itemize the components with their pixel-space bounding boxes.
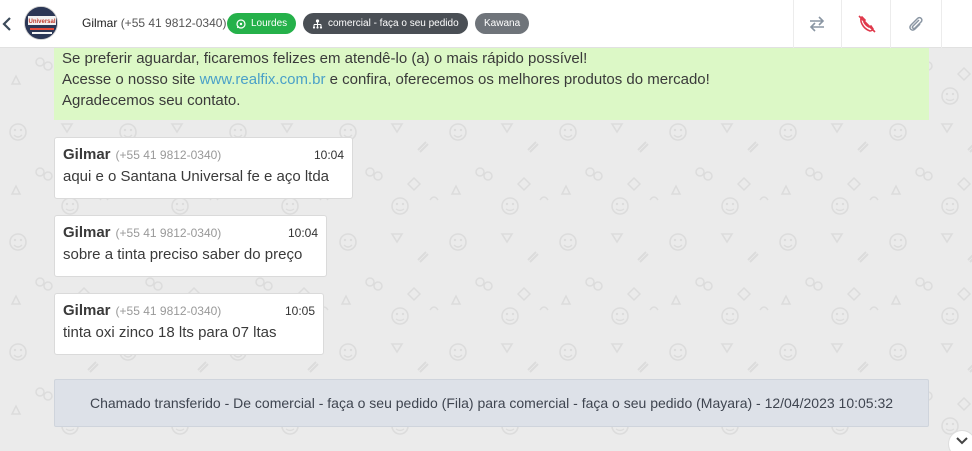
back-button[interactable] [0,14,14,34]
system-message-text: Chamado transferido - De comercial - faç… [89,395,894,411]
avatar-logo-image: Universal [25,7,57,39]
greeting-line-2-prefix: Acesse o nosso site [62,71,200,88]
header-divider [841,0,842,48]
message-list[interactable]: Se preferir aguardar, ficaremos felizes … [0,48,972,451]
hierarchy-icon [312,18,323,29]
greeting-line-3: Agradecemos seu contato. [62,92,241,109]
channel-pill[interactable]: Lourdes [227,13,297,34]
scroll-down-button[interactable] [948,430,972,451]
chat-header: Universal Gilmar (+55 41 9812-0340) Lour… [0,0,972,48]
whatsapp-icon [236,18,246,29]
queue-pill[interactable]: comercial - faça o seu pedido [303,13,468,34]
agent-pill-label: Kawana [484,18,521,29]
chevron-left-icon [2,17,11,31]
site-link[interactable]: www.realfix.com.br [200,71,326,88]
greeting-line-2-suffix: e confira, oferecemos os melhores produt… [325,71,710,88]
end-call-button[interactable] [856,13,878,35]
chevron-down-icon [956,437,968,445]
header-divider [793,0,794,48]
message-text: aqui e o Santana Universal fe e aço ltda [63,168,330,185]
message-phone: (+55 41 9812-0340) [115,304,222,318]
greeting-line-1: Se preferir aguardar, ficaremos felizes … [62,50,588,67]
message-time: 10:04 [287,226,318,240]
message-time: 10:04 [313,148,344,162]
contact-name-text: Gilmar [82,16,118,30]
message-bubble[interactable]: Gilmar (+55 41 9812-0340) 10:04 sobre a … [54,215,327,277]
message-phone: (+55 41 9812-0340) [115,148,222,162]
avatar[interactable]: Universal [24,6,58,40]
transfer-icon [809,16,825,32]
message-sender: Gilmar [63,224,111,241]
greeting-line-2: Acesse o nosso site www.realfix.com.br e… [62,69,921,90]
queue-pill-label: comercial - faça o seu pedido [328,18,459,29]
system-message: Chamado transferido - De comercial - faç… [54,379,929,427]
contact-phone: (+55 41 9812-0340) [120,16,227,30]
message-bubble[interactable]: Gilmar (+55 41 9812-0340) 10:04 aqui e o… [54,137,353,199]
avatar-logo-text: Universal [28,19,55,25]
contact-name: Gilmar (+55 41 9812-0340) [82,16,226,30]
message-sender: Gilmar [63,146,111,163]
transfer-button[interactable] [806,13,828,35]
header-divider [941,0,942,48]
paperclip-icon [909,16,923,31]
channel-pill-label: Lourdes [251,18,288,29]
message-bubble[interactable]: Gilmar (+55 41 9812-0340) 10:05 tinta ox… [54,293,324,355]
message-text: tinta oxi zinco 18 lts para 07 ltas [63,324,277,341]
greeting-message: Se preferir aguardar, ficaremos felizes … [54,48,929,120]
attach-button[interactable] [905,13,927,35]
agent-pill[interactable]: Kawana [475,13,530,34]
message-time: 10:05 [284,304,315,318]
message-phone: (+55 41 9812-0340) [115,226,222,240]
end-call-icon [858,15,876,33]
message-sender: Gilmar [63,302,111,319]
header-divider [890,0,891,48]
message-text: sobre a tinta preciso saber do preço [63,246,303,263]
